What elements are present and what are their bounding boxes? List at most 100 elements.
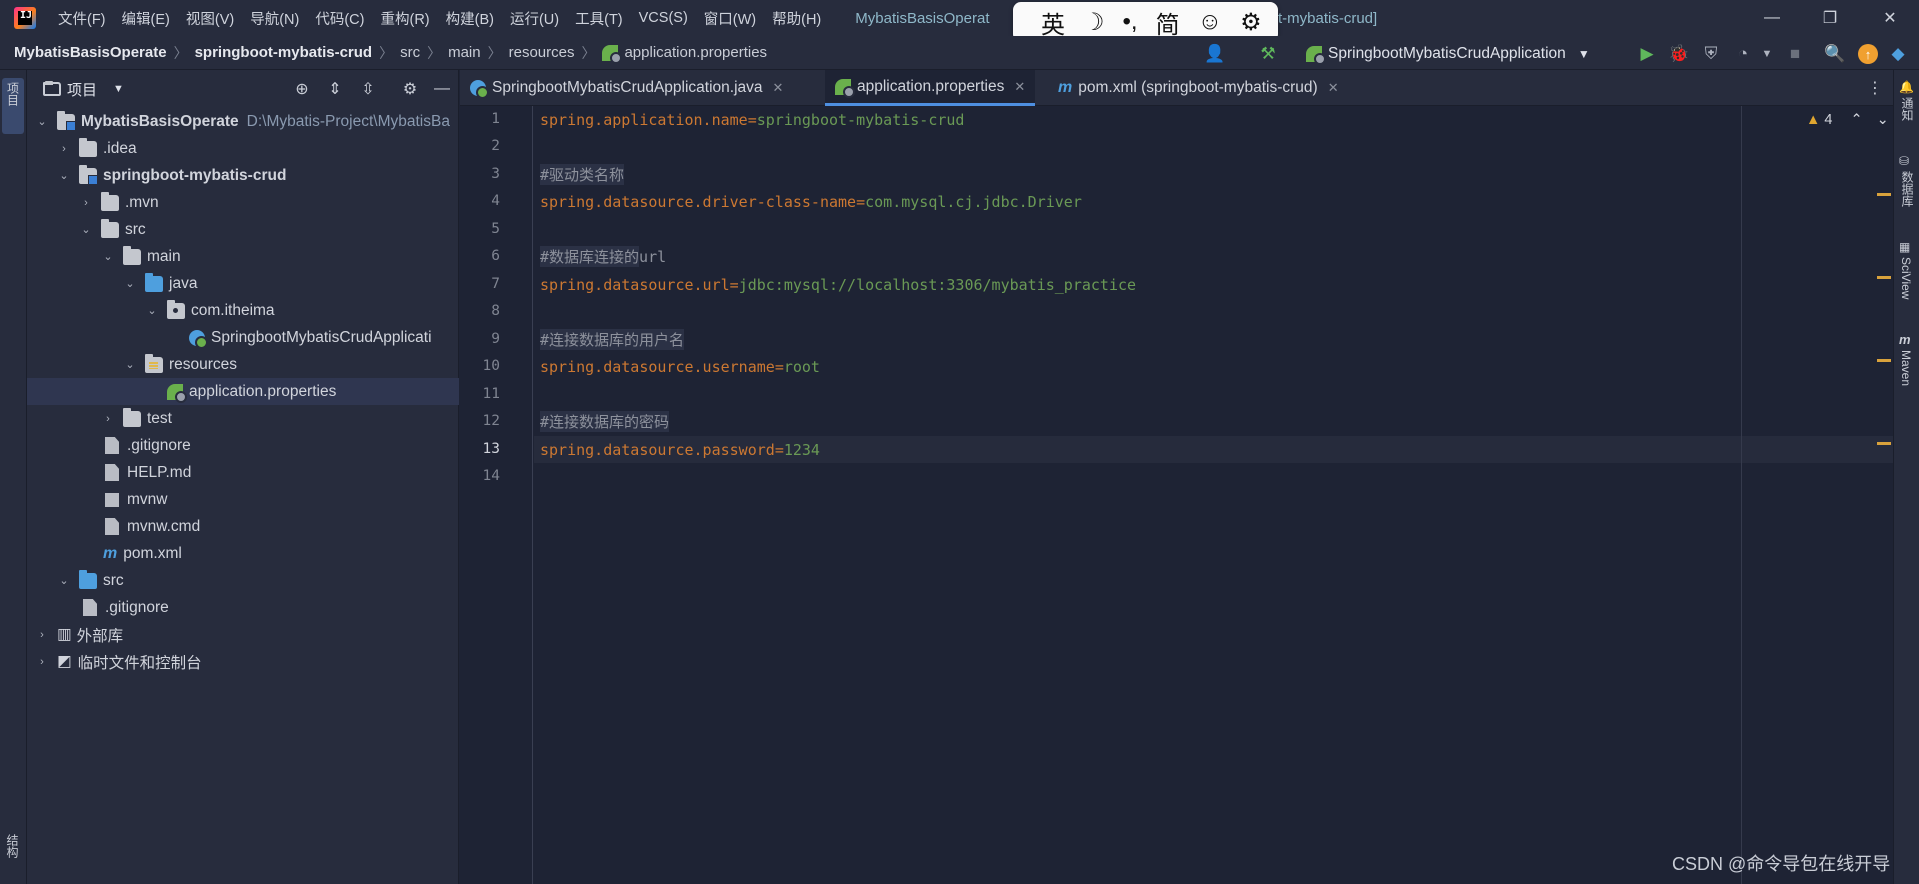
- stop-icon[interactable]: ■: [1785, 44, 1805, 64]
- chevron-down-icon[interactable]: ⌄: [35, 115, 49, 128]
- close-icon[interactable]: ✕: [1328, 80, 1339, 96]
- tree-item-help-md[interactable]: HELP.md: [27, 459, 459, 486]
- menu-code[interactable]: 代码(C): [307, 8, 372, 29]
- update-icon[interactable]: ↑: [1858, 44, 1878, 64]
- breadcrumb-resources[interactable]: resources: [509, 44, 575, 61]
- run-configuration-select[interactable]: SpringbootMybatisCrudApplication ▼: [1300, 40, 1590, 68]
- tree-item-external-libraries[interactable]: › ▥ 外部库: [27, 621, 459, 648]
- tool-notifications[interactable]: 🔔 通知: [1899, 80, 1916, 126]
- tool-database[interactable]: ⛁ 数据库: [1899, 154, 1916, 212]
- code-line[interactable]: spring.datasource.username = root: [540, 353, 820, 380]
- locate-icon[interactable]: ⊕: [292, 79, 312, 99]
- tree-item-src[interactable]: ⌄ src: [27, 216, 459, 243]
- chevron-right-icon[interactable]: ›: [35, 629, 49, 641]
- chevron-down-icon[interactable]: ⌄: [79, 223, 93, 236]
- tool-project[interactable]: 项目: [2, 78, 24, 134]
- code-line[interactable]: spring.datasource.driver-class-name = com.…: [540, 188, 1082, 215]
- tree-item-root-src[interactable]: ⌄ src: [27, 567, 459, 594]
- chevron-right-icon[interactable]: ›: [57, 143, 71, 155]
- menu-tools[interactable]: 工具(T): [567, 8, 631, 29]
- tab-application-java[interactable]: SpringbootMybatisCrudApplication.java ✕: [460, 70, 793, 106]
- moon-icon[interactable]: ☽: [1083, 8, 1105, 37]
- warning-stripe[interactable]: [1877, 193, 1891, 196]
- next-highlight-icon[interactable]: ⌄: [1877, 112, 1889, 128]
- code-line-current[interactable]: spring.datasource.password = 1234: [540, 436, 820, 463]
- breadcrumb-project[interactable]: MybatisBasisOperate: [14, 44, 167, 61]
- menu-file[interactable]: 文件(F): [50, 8, 114, 29]
- menu-refactor[interactable]: 重构(R): [372, 8, 437, 29]
- warning-stripe[interactable]: [1877, 359, 1891, 362]
- chevron-right-icon[interactable]: ›: [35, 656, 49, 668]
- coverage-icon[interactable]: ⛨: [1701, 44, 1721, 64]
- warning-stripe[interactable]: [1877, 442, 1891, 445]
- tree-item-mvnw[interactable]: mvnw: [27, 486, 459, 513]
- menu-help[interactable]: 帮助(H): [764, 8, 829, 29]
- build-hammer-icon[interactable]: ⚒: [1258, 44, 1278, 64]
- more-run-chevron-icon[interactable]: ▼: [1757, 44, 1777, 64]
- menu-view[interactable]: 视图(V): [178, 8, 242, 29]
- chevron-right-icon[interactable]: ›: [101, 413, 115, 425]
- previous-highlight-icon[interactable]: ⌃: [1850, 112, 1862, 128]
- tree-item-application-properties[interactable]: application.properties: [27, 378, 459, 405]
- tab-pom-xml[interactable]: m pom.xml (springboot-mybatis-crud) ✕: [1048, 70, 1349, 106]
- breadcrumb-main[interactable]: main: [448, 44, 481, 61]
- chevron-down-icon[interactable]: ⌄: [57, 169, 71, 182]
- menu-run[interactable]: 运行(U): [502, 8, 567, 29]
- tree-item-application-class[interactable]: SpringbootMybatisCrudApplicati: [27, 324, 459, 351]
- code-comment-line[interactable]: #连接数据库的用户名: [540, 326, 685, 353]
- close-icon[interactable]: ✕: [1014, 79, 1025, 95]
- settings-gear-icon[interactable]: ⚙: [1240, 8, 1262, 37]
- breadcrumb-module[interactable]: springboot-mybatis-crud: [195, 44, 373, 61]
- code-line[interactable]: spring.application.name = springboot-mybat…: [540, 106, 964, 133]
- gear-icon[interactable]: ⚙: [400, 79, 420, 99]
- menu-window[interactable]: 窗口(W): [696, 8, 764, 29]
- collapse-all-icon[interactable]: ⇳: [358, 79, 378, 99]
- tree-item-main[interactable]: ⌄ main: [27, 243, 459, 270]
- code-comment-line[interactable]: #连接数据库的密码: [540, 408, 670, 435]
- menu-build[interactable]: 构建(B): [438, 8, 502, 29]
- breadcrumb-file[interactable]: application.properties: [624, 44, 767, 61]
- tree-item-project-root[interactable]: ⌄ MybatisBasisOperate D:\Mybatis-Project…: [27, 108, 459, 135]
- tab-application-properties[interactable]: application.properties ✕: [825, 70, 1036, 106]
- chevron-down-icon[interactable]: ⌄: [57, 574, 71, 587]
- punctuation-icon[interactable]: •,: [1123, 8, 1138, 36]
- tree-item-resources[interactable]: ⌄ resources: [27, 351, 459, 378]
- tree-item-java[interactable]: ⌄ java: [27, 270, 459, 297]
- close-icon[interactable]: ✕: [773, 80, 784, 96]
- tree-item-scratches[interactable]: › ◩ 临时文件和控制台: [27, 648, 459, 675]
- ime-simplified-toggle[interactable]: 简: [1156, 5, 1180, 40]
- tree-item-package[interactable]: ⌄ com.itheima: [27, 297, 459, 324]
- search-icon[interactable]: 🔍: [1824, 44, 1845, 64]
- tool-structure[interactable]: 结构: [4, 834, 21, 863]
- warning-stripe[interactable]: [1877, 276, 1891, 279]
- hide-panel-icon[interactable]: —: [432, 79, 452, 99]
- tool-sciview[interactable]: ▦ SciView: [1899, 240, 1913, 304]
- project-panel-title[interactable]: 项目: [67, 79, 97, 100]
- menu-edit[interactable]: 编辑(E): [114, 8, 178, 29]
- close-window-button[interactable]: ✕: [1861, 0, 1919, 36]
- breadcrumb-src[interactable]: src: [400, 44, 420, 61]
- inspection-widget[interactable]: ▲ 4 ⌃ ⌄: [1806, 112, 1889, 128]
- chevron-down-icon[interactable]: ⌄: [123, 277, 137, 290]
- tree-item-mvn[interactable]: › .mvn: [27, 189, 459, 216]
- tool-maven[interactable]: m Maven: [1899, 332, 1913, 391]
- debug-icon[interactable]: 🐞: [1668, 44, 1689, 64]
- chevron-down-icon[interactable]: ⌄: [145, 304, 159, 317]
- more-tabs-icon[interactable]: ⋮: [1867, 78, 1883, 98]
- code-comment-line[interactable]: #驱动类名称: [540, 161, 625, 188]
- chevron-down-icon[interactable]: ▼: [113, 83, 124, 95]
- menu-vcs[interactable]: VCS(S): [631, 10, 696, 26]
- tree-item-mvnw-cmd[interactable]: mvnw.cmd: [27, 513, 459, 540]
- minimize-button[interactable]: —: [1743, 0, 1801, 36]
- profiler-icon[interactable]: ◔: [1733, 44, 1753, 64]
- chevron-down-icon[interactable]: ⌄: [101, 250, 115, 263]
- chevron-right-icon[interactable]: ›: [79, 197, 93, 209]
- tree-item-gitignore[interactable]: .gitignore: [27, 432, 459, 459]
- emoji-icon[interactable]: ☺: [1198, 8, 1223, 36]
- user-icon[interactable]: 👤: [1204, 44, 1225, 64]
- tree-item-idea[interactable]: › .idea: [27, 135, 459, 162]
- menu-navigate[interactable]: 导航(N): [242, 8, 307, 29]
- run-icon[interactable]: ▶: [1637, 44, 1657, 64]
- expand-all-icon[interactable]: ⇕: [325, 79, 345, 99]
- tree-item-root-gitignore[interactable]: .gitignore: [27, 594, 459, 621]
